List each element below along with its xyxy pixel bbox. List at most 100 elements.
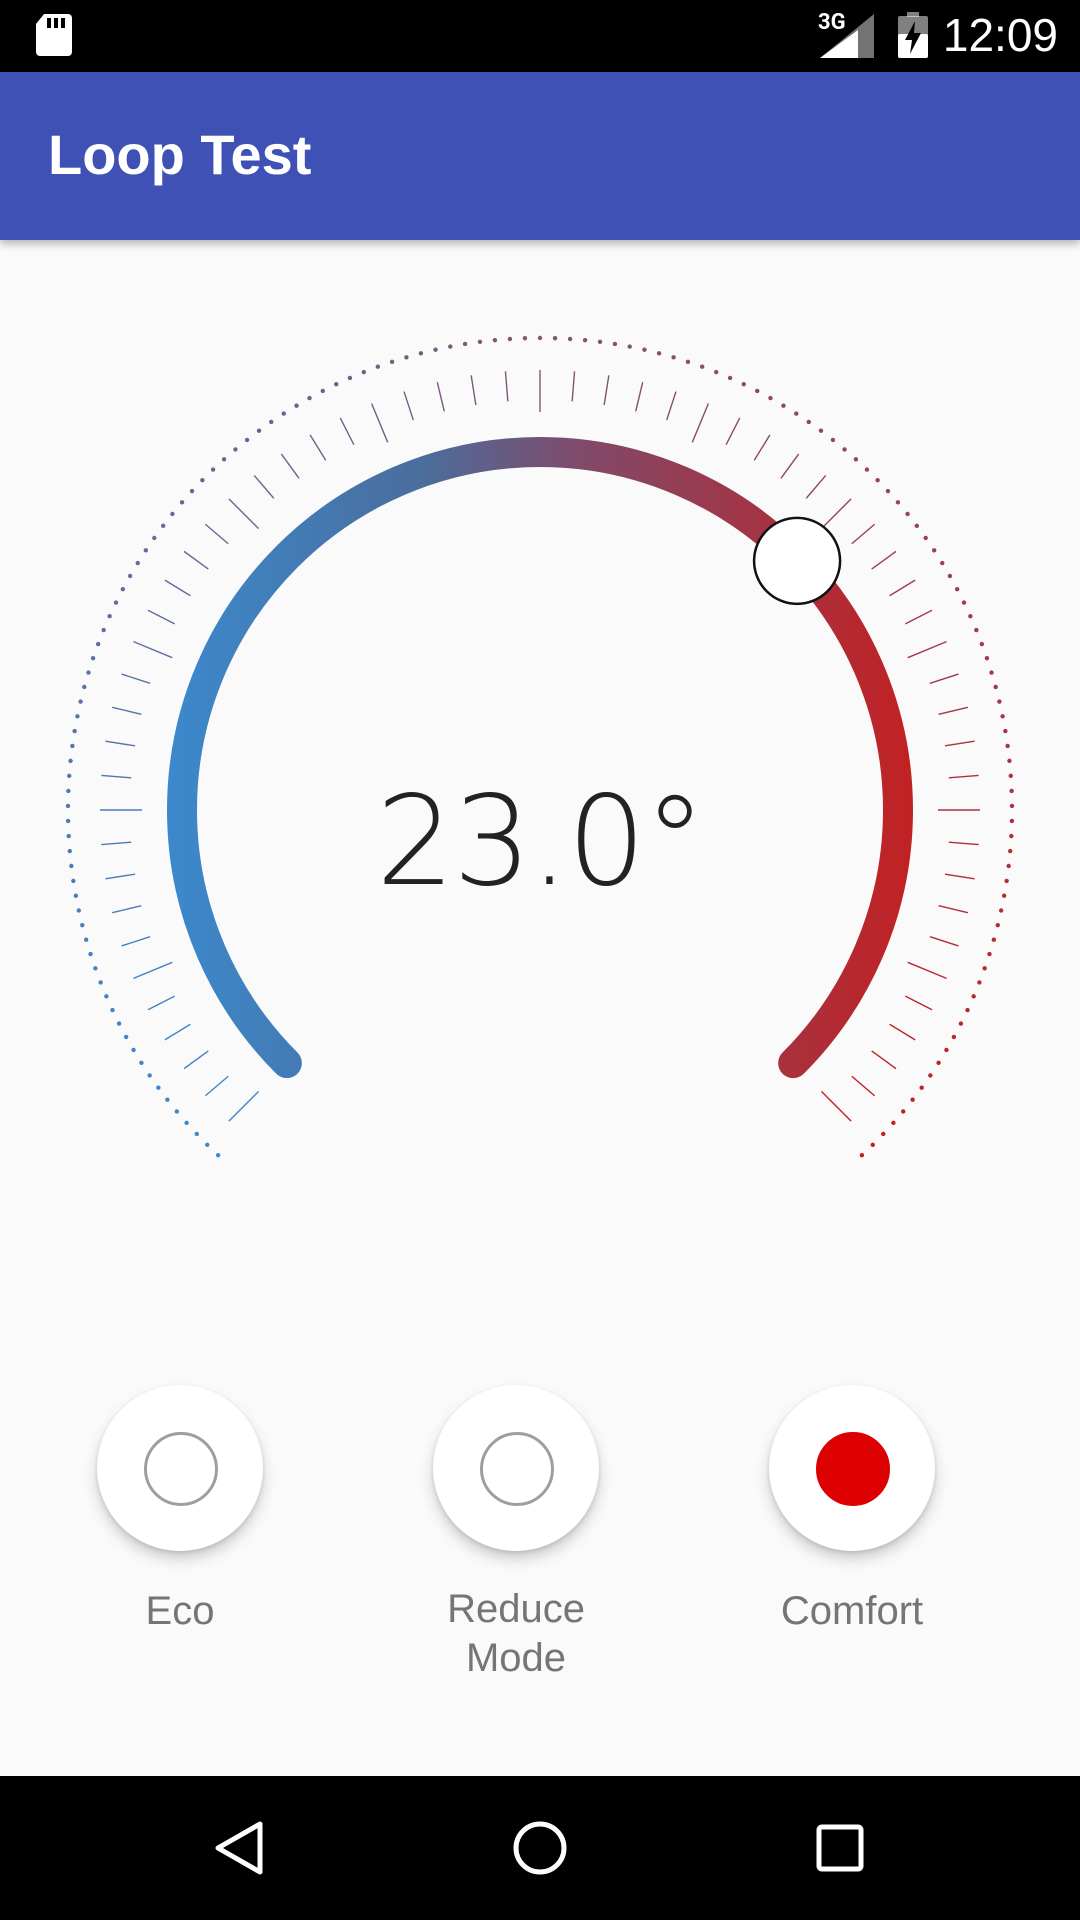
dial-dot: [418, 351, 424, 356]
dial-dot: [597, 339, 603, 345]
dial-dot: [806, 419, 811, 425]
dial-dot: [612, 341, 618, 347]
thermostat-dial[interactable]: [0, 240, 1080, 1200]
dial-dot: [507, 336, 513, 342]
dial-dot: [997, 699, 1002, 704]
dial-dot: [1008, 848, 1013, 854]
dial-dot: [1004, 878, 1009, 884]
dial-dot: [1006, 863, 1011, 869]
dial-tick: [871, 550, 897, 570]
dial-dot: [1005, 743, 1010, 749]
dial-dot: [82, 684, 87, 690]
recents-icon[interactable]: [810, 1818, 870, 1878]
dial-tick: [309, 434, 327, 461]
comfort-button[interactable]: [769, 1385, 935, 1551]
reduce-mode-radio-icon: [480, 1432, 554, 1506]
dial-dot: [65, 818, 71, 824]
dial-dot: [307, 395, 312, 401]
dial-dot: [69, 863, 74, 869]
eco-label: Eco: [145, 1589, 215, 1633]
dial-dot: [269, 419, 274, 425]
mode-eco[interactable]: Eco: [95, 1385, 265, 1636]
dial-tick: [691, 403, 710, 443]
dial-dot: [914, 523, 920, 528]
dial-dot: [294, 403, 299, 408]
dial-dot: [71, 878, 76, 884]
dial-tick: [780, 453, 800, 479]
dial-dot: [891, 1120, 896, 1126]
mode-reduce[interactable]: Reduce Mode: [431, 1385, 601, 1683]
dial-dot: [347, 375, 353, 381]
dial-handle[interactable]: [752, 516, 842, 606]
dial-tick: [147, 995, 176, 1011]
dial-dot: [881, 1131, 886, 1137]
comfort-label: Comfort: [780, 1589, 924, 1633]
dial-dot: [853, 457, 859, 462]
back-icon[interactable]: [210, 1818, 270, 1878]
dial-tick: [948, 841, 979, 846]
eco-button[interactable]: [97, 1385, 263, 1551]
sd-card-icon: [36, 14, 72, 56]
dial-dot: [375, 364, 381, 369]
dial-dot: [404, 355, 409, 360]
dial-tick: [635, 381, 644, 412]
dial-dot: [965, 1007, 970, 1013]
comfort-radio-icon: [816, 1432, 890, 1506]
mode-comfort[interactable]: Comfort: [767, 1385, 937, 1636]
dial-dot: [982, 966, 987, 971]
dial-tick: [871, 1050, 897, 1070]
status-bar: 3G 12:09: [0, 0, 1080, 72]
dial-tick: [164, 1023, 191, 1041]
dial-dot: [1009, 788, 1014, 794]
dial-dot: [462, 341, 468, 347]
dial-dot: [160, 523, 166, 528]
dial-dot: [389, 359, 395, 364]
reduce-mode-button[interactable]: [433, 1385, 599, 1551]
dial-dot: [334, 382, 339, 387]
home-icon[interactable]: [510, 1818, 570, 1878]
dial-tick: [228, 498, 260, 530]
dial-tick: [504, 371, 509, 402]
dial-tick: [929, 936, 959, 947]
dial-tick: [907, 961, 947, 980]
dial-dot: [131, 1047, 136, 1053]
dial-tick: [105, 740, 136, 747]
dial-tick: [101, 774, 132, 779]
dial-dot: [221, 457, 227, 462]
dial-dot: [895, 500, 901, 505]
dial-dot: [859, 1152, 865, 1158]
dial-dot: [233, 447, 238, 452]
dial-dot: [139, 1060, 144, 1066]
dial-dot: [741, 382, 746, 387]
app-title: Loop Test: [48, 123, 312, 186]
dial-dot: [66, 788, 71, 794]
dial-dot: [70, 743, 75, 749]
dial-dot: [984, 656, 990, 661]
dial-dot: [954, 586, 960, 592]
dial-dot: [1009, 818, 1015, 824]
dial-dot: [627, 344, 632, 349]
dial-dot: [714, 369, 719, 375]
app-bar: Loop Test: [0, 72, 1080, 240]
dial-dot: [477, 339, 483, 345]
dial-dot: [320, 388, 325, 394]
dial-dot: [768, 395, 773, 401]
dial-dot: [68, 758, 73, 764]
dial-dot: [116, 1021, 122, 1026]
dial-tick: [280, 453, 300, 479]
dial-dot: [522, 336, 528, 341]
dial-dot: [905, 511, 910, 517]
dial-dot: [991, 937, 997, 942]
dial-dot: [127, 573, 133, 579]
dial-dot: [200, 477, 205, 483]
dial-dot: [123, 1034, 129, 1040]
dial-dot: [864, 467, 870, 472]
dial-tick: [147, 609, 176, 625]
dial-dot: [993, 684, 998, 690]
dial-tick: [133, 961, 173, 980]
dial-dot: [86, 670, 91, 675]
dial-dot: [90, 656, 96, 661]
dial-tick: [228, 1090, 260, 1122]
dial-dot: [156, 1085, 161, 1090]
dial-dot: [685, 359, 691, 364]
